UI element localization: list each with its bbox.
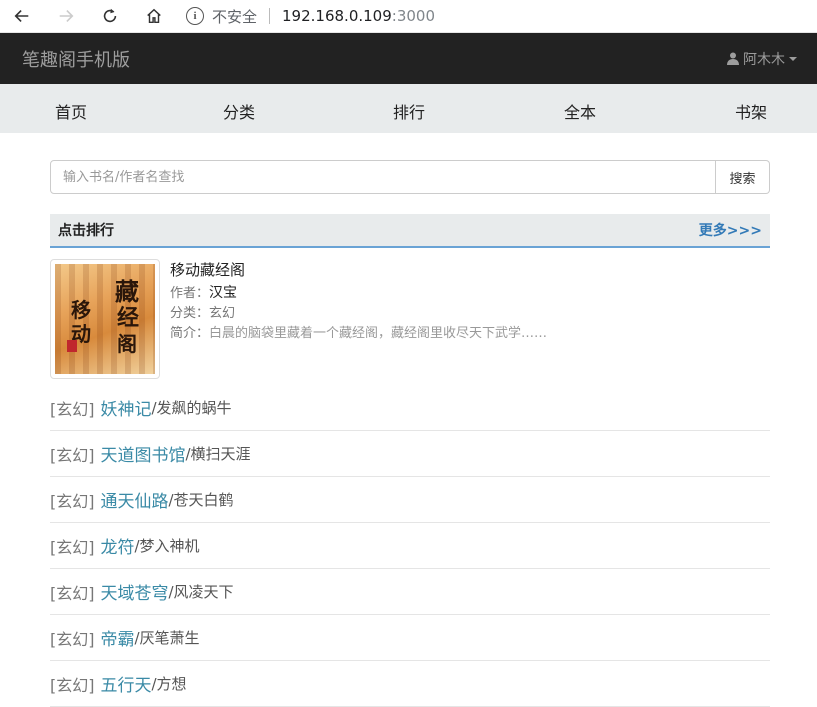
item-category: [玄幻] — [50, 629, 95, 649]
cover-art: 藏 经 阁 移 动 — [55, 264, 155, 374]
item-category: [玄幻] — [50, 445, 95, 465]
featured-author: 汉宝 — [209, 285, 238, 301]
search-bar: 搜索 — [50, 160, 770, 194]
reload-icon — [103, 8, 117, 23]
user-icon — [727, 52, 739, 65]
cover-char: 阁 — [117, 332, 137, 356]
info-icon[interactable]: i — [186, 7, 204, 25]
list-item: [玄幻] 龙符/梦入神机 — [50, 523, 770, 569]
arrow-left-icon — [14, 10, 29, 22]
cover-seal — [67, 340, 77, 352]
user-name: 阿木木 — [743, 51, 785, 68]
author-label: 作者： — [170, 286, 210, 301]
item-author: /横扫天涯 — [185, 445, 251, 463]
item-category: [玄幻] — [50, 537, 95, 557]
forward-button[interactable] — [44, 0, 88, 33]
item-title[interactable]: 帝霸 — [101, 625, 135, 650]
search-button[interactable]: 搜索 — [716, 160, 770, 194]
featured-title[interactable]: 移动藏经阁 — [170, 259, 547, 280]
ranking-panel-header: 点击排行 更多>>> — [50, 214, 770, 248]
featured-author-row: 作者：汉宝 — [170, 283, 547, 304]
nav-category[interactable]: 分类 — [223, 99, 255, 123]
featured-book: 藏 经 阁 移 动 移动藏经阁 作者：汉宝 分类：玄幻 简介：白晨的脑袋里藏着一… — [50, 259, 770, 379]
featured-info: 移动藏经阁 作者：汉宝 分类：玄幻 简介：白晨的脑袋里藏着一个藏经阁，藏经阁里收… — [170, 259, 547, 344]
nav-home[interactable]: 首页 — [55, 99, 87, 123]
featured-category-row: 分类：玄幻 — [170, 304, 547, 324]
featured-intro: 白晨的脑袋里藏着一个藏经阁，藏经阁里收尽天下武学…… — [209, 326, 548, 341]
site-brand[interactable]: 笔趣阁手机版 — [22, 46, 130, 72]
item-category: [玄幻] — [50, 583, 95, 603]
more-link[interactable]: 更多>>> — [699, 220, 762, 240]
list-item: [玄幻] 天道图书馆/横扫天涯 — [50, 431, 770, 477]
nav-bookshelf[interactable]: 书架 — [735, 99, 767, 123]
list-item: [玄幻] 妖神记/发飙的蜗牛 — [50, 385, 770, 431]
nav-ranking[interactable]: 排行 — [393, 99, 425, 123]
item-title[interactable]: 天域苍穹 — [101, 579, 169, 604]
item-author: /苍天白鹤 — [168, 491, 234, 509]
reload-button[interactable] — [88, 0, 132, 33]
url-port: :3000 — [391, 7, 435, 25]
back-button[interactable] — [0, 0, 44, 33]
main-nav: 首页 分类 排行 全本 书架 — [0, 84, 817, 133]
address-bar[interactable]: i 不安全 192.168.0.109:3000 — [186, 6, 435, 27]
item-title[interactable]: 通天仙路 — [101, 487, 169, 512]
arrow-right-icon — [59, 10, 74, 22]
url-host: 192.168.0.109 — [282, 7, 392, 25]
security-label: 不安全 — [212, 7, 258, 26]
site-header: 笔趣阁手机版 阿木木 — [0, 33, 817, 84]
home-button[interactable] — [132, 0, 176, 33]
item-author: /梦入神机 — [134, 537, 200, 555]
ranking-title: 点击排行 — [58, 223, 114, 239]
item-author: /方想 — [151, 675, 187, 693]
item-title[interactable]: 天道图书馆 — [101, 441, 186, 466]
caret-down-icon — [789, 56, 797, 61]
address-divider — [269, 8, 271, 24]
item-author: /厌笔萧生 — [134, 629, 200, 647]
search-input[interactable] — [50, 160, 716, 194]
item-title[interactable]: 五行天 — [101, 671, 152, 696]
item-category: [玄幻] — [50, 675, 95, 695]
list-item: [玄幻] 天域苍穹/风凌天下 — [50, 569, 770, 615]
book-cover[interactable]: 藏 经 阁 移 动 — [50, 259, 160, 379]
list-item: [玄幻] 帝霸/厌笔萧生 — [50, 615, 770, 661]
featured-intro-row: 简介：白晨的脑袋里藏着一个藏经阁，藏经阁里收尽天下武学…… — [170, 324, 547, 344]
featured-category: 玄幻 — [209, 306, 236, 321]
item-author: /发飙的蜗牛 — [151, 399, 232, 417]
item-category: [玄幻] — [50, 399, 95, 419]
category-label: 分类： — [170, 306, 210, 321]
list-item: [玄幻] 五行天/方想 — [50, 661, 770, 707]
list-item: [玄幻] 通天仙路/苍天白鹤 — [50, 477, 770, 523]
home-icon — [147, 8, 161, 24]
intro-label: 简介： — [170, 326, 210, 341]
item-category: [玄幻] — [50, 491, 95, 511]
user-menu[interactable]: 阿木木 — [727, 49, 797, 69]
browser-toolbar: i 不安全 192.168.0.109:3000 — [0, 0, 817, 33]
ranking-list: [玄幻] 妖神记/发飙的蜗牛 [玄幻] 天道图书馆/横扫天涯 [玄幻] 通天仙路/苍天… — [50, 385, 770, 707]
item-title[interactable]: 妖神记 — [101, 395, 152, 420]
item-author: /风凌天下 — [168, 583, 234, 601]
nav-complete[interactable]: 全本 — [564, 99, 596, 123]
item-title[interactable]: 龙符 — [101, 533, 135, 558]
